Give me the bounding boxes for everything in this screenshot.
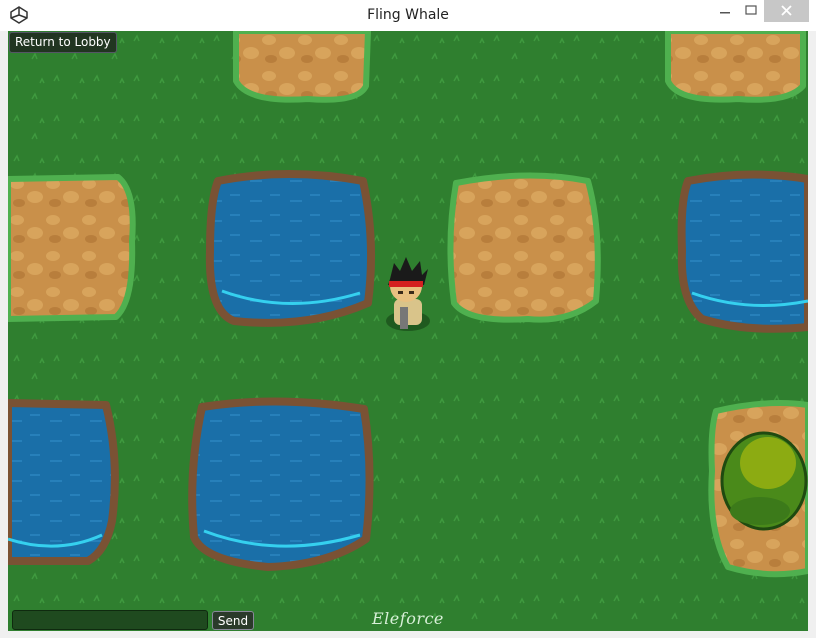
game-window: Fling Whale Return to Lobby Send Eleforc… bbox=[0, 0, 816, 638]
maximize-button[interactable] bbox=[738, 0, 764, 22]
minimize-icon bbox=[720, 12, 730, 14]
pond bbox=[8, 399, 119, 565]
game-viewport[interactable] bbox=[8, 31, 808, 631]
dirt-patch bbox=[665, 31, 806, 103]
title-bar: Fling Whale bbox=[0, 0, 816, 31]
close-icon bbox=[781, 5, 792, 16]
window-title: Fling Whale bbox=[367, 7, 449, 23]
chat-input[interactable] bbox=[12, 610, 208, 630]
dirt-patch-with-bush bbox=[708, 400, 808, 578]
send-button[interactable]: Send bbox=[212, 611, 254, 630]
game-map bbox=[8, 31, 808, 631]
return-to-lobby-button[interactable]: Return to Lobby bbox=[9, 32, 117, 53]
minimize-button[interactable] bbox=[712, 0, 738, 22]
dirt-patch bbox=[447, 172, 601, 323]
pond bbox=[677, 170, 808, 333]
close-button[interactable] bbox=[764, 0, 809, 22]
pond bbox=[205, 170, 376, 327]
brand-logo: Eleforce bbox=[372, 609, 444, 628]
dirt-patch bbox=[8, 174, 136, 322]
pond bbox=[188, 397, 374, 571]
maximize-icon bbox=[745, 5, 757, 15]
dirt-patch bbox=[233, 31, 371, 103]
